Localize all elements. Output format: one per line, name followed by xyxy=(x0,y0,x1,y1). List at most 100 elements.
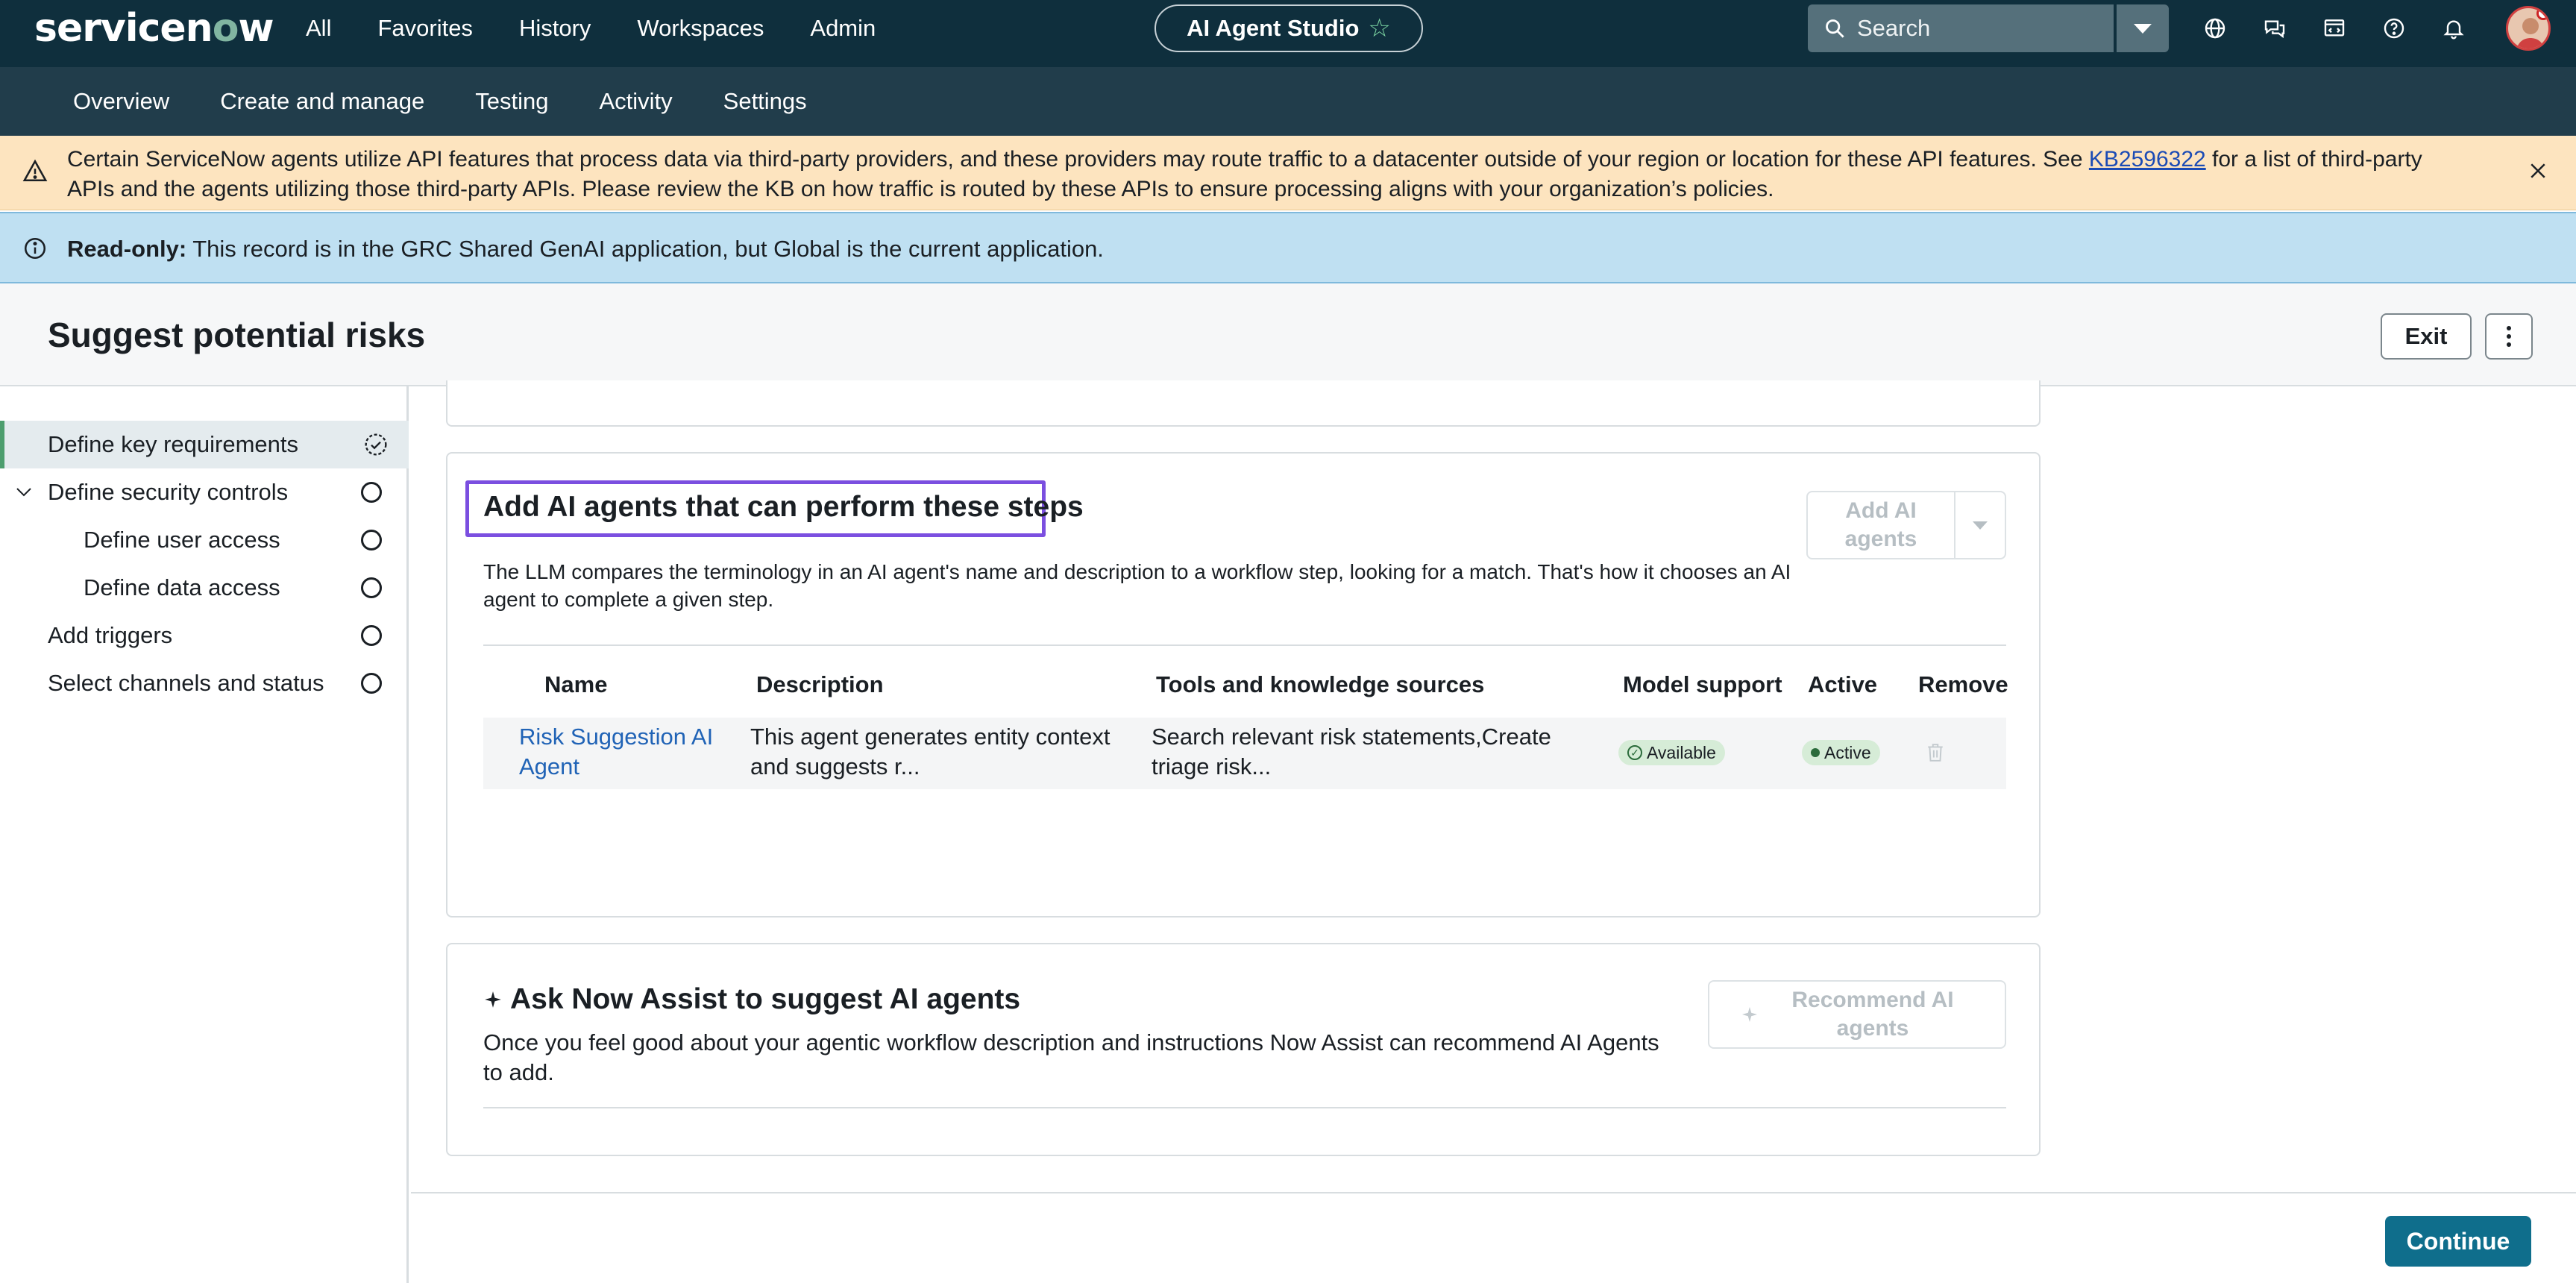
top-nav-menu: All Favorites History Workspaces Admin xyxy=(306,0,876,57)
nav-all[interactable]: All xyxy=(306,15,331,42)
servicenow-logo[interactable]: servicenow xyxy=(34,6,274,51)
add-ai-agents-dropdown[interactable] xyxy=(1955,492,2005,558)
read-only-message: This record is in the GRC Shared GenAI a… xyxy=(186,236,1104,262)
close-icon[interactable] xyxy=(2527,160,2549,182)
nav-history[interactable]: History xyxy=(519,15,591,42)
page-header: Suggest potential risks Exit xyxy=(0,283,2576,386)
step-define-security-controls[interactable]: Define security controls xyxy=(0,468,409,516)
step-status-circle-icon xyxy=(361,530,382,550)
step-label: Add triggers xyxy=(48,622,173,648)
search-placeholder: Search xyxy=(1857,15,1931,41)
nav-favorites[interactable]: Favorites xyxy=(377,15,472,42)
sparkle-icon xyxy=(1742,1007,1757,1022)
top-navigation-bar: servicenow All Favorites History Workspa… xyxy=(0,0,2576,67)
step-label: Select channels and status xyxy=(48,670,324,696)
check-circle-icon: ✓ xyxy=(1627,745,1642,760)
top-icon-group xyxy=(2200,0,2469,57)
tab-testing[interactable]: Testing xyxy=(475,88,548,115)
sparkle-icon xyxy=(485,991,501,1008)
step-label: Define key requirements xyxy=(48,431,298,457)
step-define-user-access[interactable]: Define user access xyxy=(0,516,409,564)
now-assist-heading-text: Ask Now Assist to suggest AI agents xyxy=(510,983,1021,1015)
step-status-circle-icon xyxy=(361,673,382,694)
chat-icon[interactable] xyxy=(2260,13,2290,43)
read-only-text: Read-only: This record is in the GRC Sha… xyxy=(67,234,1104,264)
scripts-icon[interactable] xyxy=(2319,13,2349,43)
column-header-remove[interactable]: Remove xyxy=(1918,671,2008,698)
step-navigation: Define key requirements Define security … xyxy=(0,386,409,1283)
avatar-status-dot xyxy=(2536,8,2548,20)
info-icon xyxy=(24,237,46,260)
add-ai-agents-split-button[interactable]: Add AI agents xyxy=(1806,491,2006,559)
caret-down-icon xyxy=(2134,23,2152,34)
status-dot-icon xyxy=(1811,748,1820,757)
nav-admin[interactable]: Admin xyxy=(810,15,876,42)
step-status-circle-icon xyxy=(361,482,382,503)
now-assist-card: Ask Now Assist to suggest AI agents Once… xyxy=(446,943,2041,1156)
read-only-banner: Read-only: This record is in the GRC Sha… xyxy=(0,212,2576,283)
tab-activity[interactable]: Activity xyxy=(599,88,672,115)
model-support-badge: ✓ Available xyxy=(1618,740,1725,765)
chevron-down-icon[interactable] xyxy=(15,485,33,500)
column-header-tools[interactable]: Tools and knowledge sources xyxy=(1156,671,1484,698)
app-scope-pill[interactable]: AI Agent Studio ☆ xyxy=(1155,4,1423,52)
step-status-circle-icon xyxy=(361,625,382,646)
column-header-name[interactable]: Name xyxy=(544,671,607,698)
table-divider xyxy=(483,644,2006,646)
caret-down-icon xyxy=(1973,521,1988,530)
trash-icon[interactable] xyxy=(1926,741,1945,764)
step-label: Define user access xyxy=(84,527,280,553)
tab-overview[interactable]: Overview xyxy=(73,88,169,115)
kb-link[interactable]: KB2596322 xyxy=(2089,147,2206,172)
agent-name-link[interactable]: Risk Suggestion AI Agent xyxy=(519,722,735,782)
warning-text-before: Certain ServiceNow agents utilize API fe… xyxy=(67,147,2089,172)
search-icon xyxy=(1826,19,1844,38)
card-divider xyxy=(483,1107,2006,1108)
step-label: Define data access xyxy=(84,574,280,600)
step-add-triggers[interactable]: Add triggers xyxy=(0,612,409,659)
column-header-description[interactable]: Description xyxy=(756,671,884,698)
column-header-model-support[interactable]: Model support xyxy=(1623,671,1782,698)
model-support-label: Available xyxy=(1647,742,1716,762)
ai-agents-card: Add AI agents that can perform these ste… xyxy=(446,452,2041,917)
agent-tools: Search relevant risk statements,Create t… xyxy=(1152,724,1551,779)
column-header-active[interactable]: Active xyxy=(1808,671,1877,698)
kebab-menu-icon xyxy=(2507,326,2511,347)
bell-icon[interactable] xyxy=(2439,13,2469,43)
page-footer: Continue xyxy=(411,1192,2576,1283)
help-icon[interactable] xyxy=(2379,13,2409,43)
now-assist-description: Once you feel good about your agentic wo… xyxy=(483,1029,1659,1085)
active-label: Active xyxy=(1824,742,1871,762)
ai-agents-description: The LLM compares the terminology in an A… xyxy=(483,560,1791,611)
step-select-channels-and-status[interactable]: Select channels and status xyxy=(0,659,409,707)
more-options-button[interactable] xyxy=(2485,313,2533,360)
tab-create-and-manage[interactable]: Create and manage xyxy=(220,88,424,115)
third-party-api-warning: Certain ServiceNow agents utilize API fe… xyxy=(0,136,2576,210)
user-avatar[interactable] xyxy=(2506,6,2551,51)
step-label: Define security controls xyxy=(48,479,289,505)
exit-button[interactable]: Exit xyxy=(2381,313,2472,360)
star-icon[interactable]: ☆ xyxy=(1368,13,1390,43)
step-complete-icon xyxy=(365,433,387,456)
tab-settings[interactable]: Settings xyxy=(723,88,807,115)
global-search[interactable]: Search xyxy=(1808,4,2114,52)
agent-description: This agent generates entity context and … xyxy=(750,724,1110,779)
studio-subnav: Overview Create and manage Testing Activ… xyxy=(0,67,2576,136)
recommend-ai-agents-button[interactable]: Recommend AI agents xyxy=(1708,980,2006,1049)
ai-agents-heading: Add AI agents that can perform these ste… xyxy=(483,491,1084,523)
continue-button[interactable]: Continue xyxy=(2385,1216,2531,1267)
step-define-key-requirements[interactable]: Define key requirements xyxy=(0,421,409,468)
nav-workspaces[interactable]: Workspaces xyxy=(637,15,764,42)
now-assist-heading: Ask Now Assist to suggest AI agents xyxy=(483,983,1020,1016)
read-only-label: Read-only: xyxy=(67,236,187,262)
step-define-data-access[interactable]: Define data access xyxy=(0,564,409,612)
globe-icon[interactable] xyxy=(2200,13,2230,43)
search-scope-dropdown[interactable] xyxy=(2117,4,2169,52)
warning-icon xyxy=(22,159,48,182)
recommend-ai-agents-label: Recommend AI agents xyxy=(1791,988,1954,1041)
add-ai-agents-button[interactable]: Add AI agents xyxy=(1808,492,1955,558)
warning-text: Certain ServiceNow agents utilize API fe… xyxy=(67,145,2454,204)
app-scope-label: AI Agent Studio xyxy=(1187,15,1360,41)
active-status-badge: Active xyxy=(1802,740,1880,765)
page-title: Suggest potential risks xyxy=(48,316,426,354)
